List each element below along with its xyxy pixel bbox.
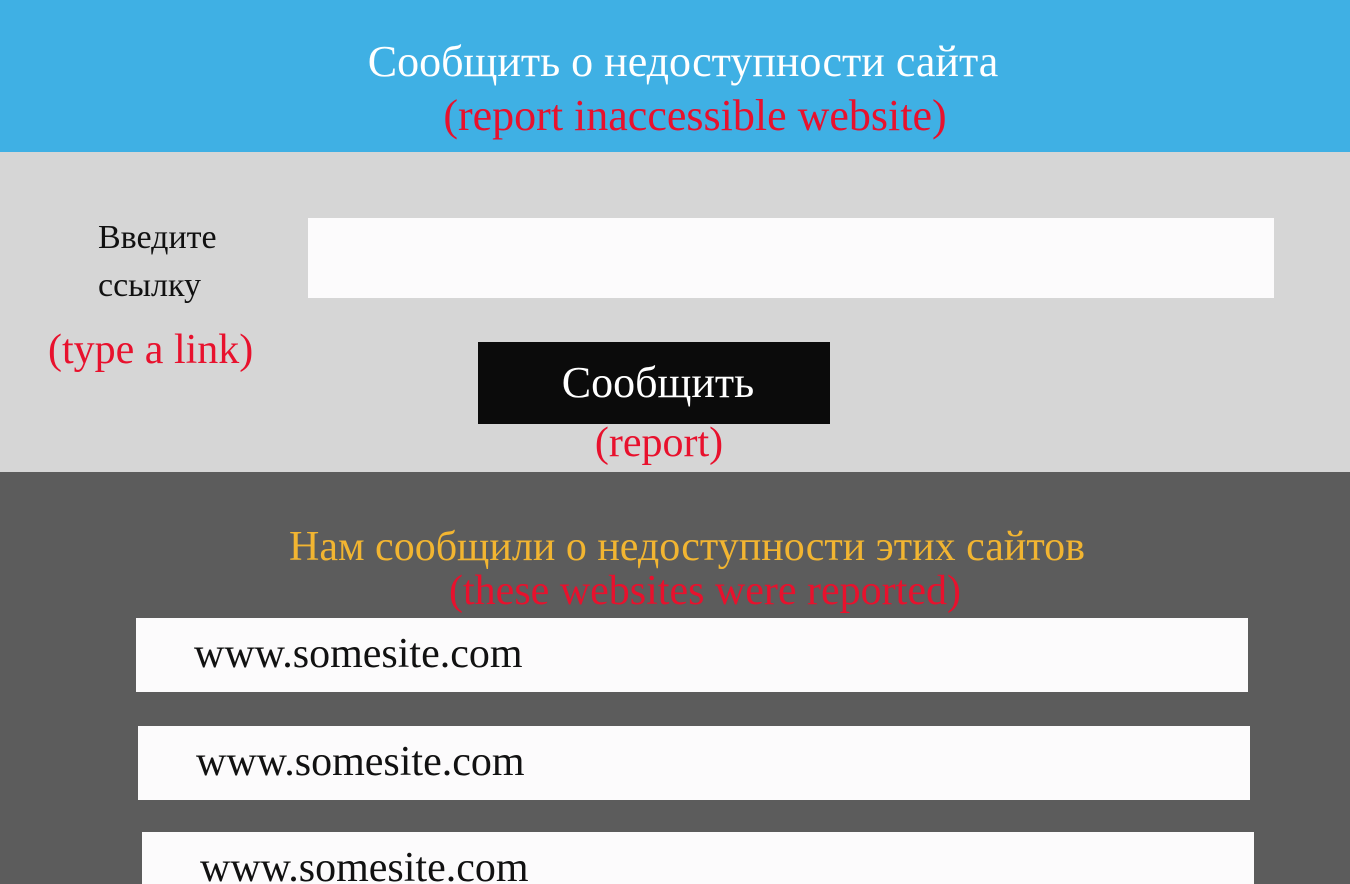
report-button[interactable]: Сообщить xyxy=(478,342,830,424)
reported-site-url: www.somesite.com xyxy=(200,845,529,884)
reported-site-item[interactable]: www.somesite.com xyxy=(142,832,1254,884)
link-input[interactable] xyxy=(308,218,1274,298)
report-button-label: Сообщить xyxy=(561,358,755,407)
reported-site-url: www.somesite.com xyxy=(196,739,525,785)
link-field-label-translation: (type a link) xyxy=(48,327,254,373)
reported-site-item[interactable]: www.somesite.com xyxy=(136,618,1248,692)
page: Сообщить о недоступности сайта (report i… xyxy=(0,0,1350,884)
page-title: Сообщить о недоступности сайта xyxy=(367,37,999,86)
reported-site-item[interactable]: www.somesite.com xyxy=(138,726,1250,800)
reported-site-url: www.somesite.com xyxy=(194,631,523,677)
reported-sites-title: Нам сообщили о недоступности этих сайтов xyxy=(289,524,1085,570)
link-field-label: Введите ссылку xyxy=(98,219,217,304)
reported-sites-title-translation: (these websites were reported) xyxy=(449,568,961,614)
report-button-translation: (report) xyxy=(594,420,724,466)
page-title-translation: (report inaccessible website) xyxy=(443,91,947,140)
